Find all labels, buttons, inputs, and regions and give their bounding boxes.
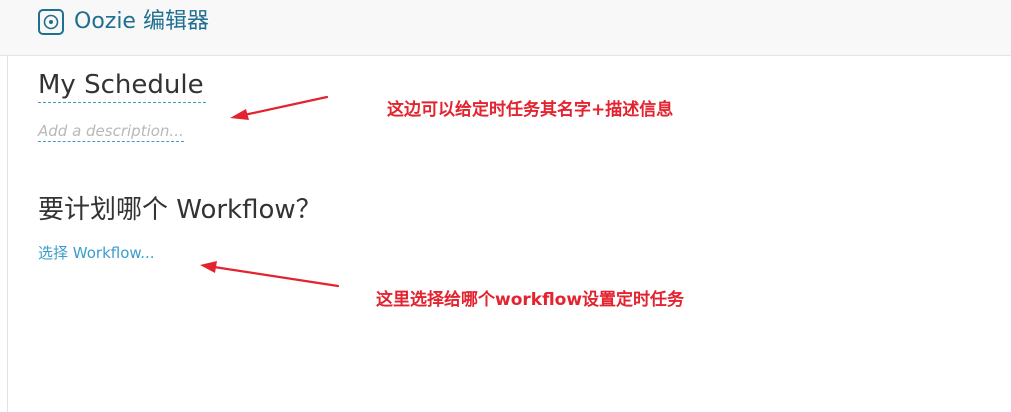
annotation-select-workflow: 这里选择给哪个workflow设置定时任务 (376, 290, 685, 310)
annotation-name-description: 这边可以给定时任务其名字+描述信息 (387, 100, 674, 120)
page: Oozie 编辑器 My Schedule Add a description.… (0, 0, 1011, 412)
description-field[interactable]: Add a description... (38, 121, 184, 142)
arrow-to-description (230, 95, 329, 120)
content-left-border (7, 56, 8, 412)
app-title: Oozie 编辑器 (74, 9, 209, 34)
arrow-to-select-workflow (200, 261, 340, 288)
select-workflow-link[interactable]: 选择 Workflow... (38, 243, 155, 263)
schedule-name-field[interactable]: My Schedule (38, 68, 206, 103)
target-circle-icon (38, 9, 64, 35)
app-header: Oozie 编辑器 (0, 0, 1011, 56)
workflow-question-heading: 要计划哪个 Workflow？ (38, 195, 322, 225)
